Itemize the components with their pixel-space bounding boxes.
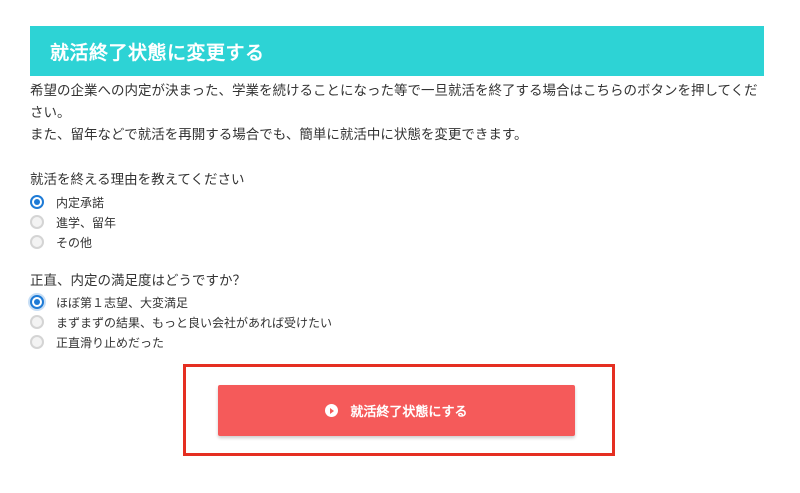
button-label: 就活終了状態にする <box>350 405 468 420</box>
play-circle-icon <box>325 404 339 417</box>
section-header: 就活終了状態に変更する <box>30 26 764 76</box>
satisfaction-options: ほぼ第１志望、大変満足 まずまずの結果、もっと良い会社があれば受けたい 正直滑り… <box>30 292 332 352</box>
radio-option-other[interactable]: その他 <box>30 232 116 252</box>
end-job-hunting-button[interactable]: 就活終了状態にする <box>218 385 575 436</box>
radio-unselected-icon[interactable] <box>30 215 44 229</box>
intro-line-3: また、留年などで就活を再開する場合でも、簡単に就活中に状態を変更できます。 <box>30 127 528 143</box>
option-label: その他 <box>56 235 93 250</box>
radio-unselected-icon[interactable] <box>30 235 44 249</box>
intro-text: 希望の企業への内定が決まった、学業を続けることになった等で一旦就活を終了する場合… <box>30 80 770 146</box>
option-label: まずまずの結果、もっと良い会社があれば受けたい <box>56 315 333 330</box>
intro-line-1: 希望の企業への内定が決まった、学業を続けることになった等で一旦就活を終了する場合… <box>30 83 758 99</box>
question-satisfaction: 正直、内定の満足度はどうですか？ <box>30 273 246 289</box>
section-title: 就活終了状態に変更する <box>50 41 265 64</box>
radio-option-offer-accepted[interactable]: 内定承諾 <box>30 192 116 212</box>
radio-option-very-satisfied[interactable]: ほぼ第１志望、大変満足 <box>30 292 332 312</box>
question-end-reason: 就活を終える理由を教えてください <box>30 172 245 188</box>
intro-line-2: さい。 <box>30 105 71 121</box>
radio-option-further-study[interactable]: 進学、留年 <box>30 212 116 232</box>
option-label: 正直滑り止めだった <box>56 335 165 350</box>
option-label: 進学、留年 <box>56 215 117 230</box>
end-reason-options: 内定承諾 進学、留年 その他 <box>30 192 116 252</box>
radio-unselected-icon[interactable] <box>30 315 44 329</box>
radio-option-moderate[interactable]: まずまずの結果、もっと良い会社があれば受けたい <box>30 312 332 332</box>
radio-selected-icon[interactable] <box>30 295 44 309</box>
radio-selected-icon[interactable] <box>30 195 44 209</box>
option-label: ほぼ第１志望、大変満足 <box>56 295 189 310</box>
radio-unselected-icon[interactable] <box>30 335 44 349</box>
option-label: 内定承諾 <box>56 195 105 210</box>
radio-option-safety-net[interactable]: 正直滑り止めだった <box>30 332 332 352</box>
